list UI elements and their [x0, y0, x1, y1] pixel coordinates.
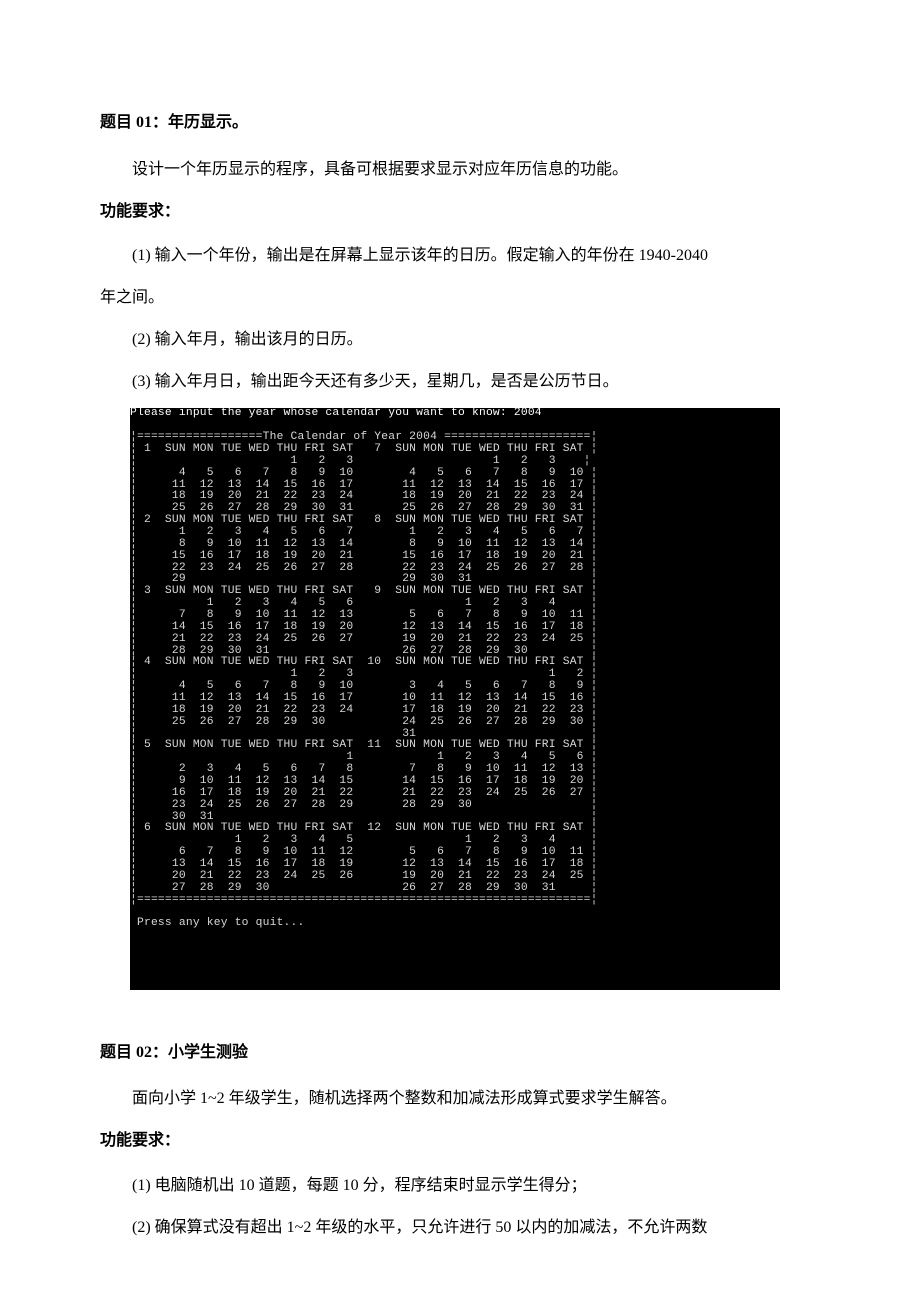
req-p2-1: (1) 电脑随机出 10 道题，每题 10 分，程序结束时显示学生得分；: [100, 1170, 820, 1202]
terminal-line: ¦ 1 2 3 4 5 6 7 1 2 3 4 5 6 7 ¦: [130, 526, 598, 538]
problem-02-title: 题目 02：小学生测验: [100, 1040, 820, 1066]
problem-01-intro: 设计一个年历显示的程序，具备可根据要求显示对应年历信息的功能。: [100, 154, 820, 186]
terminal-line: ¦ 2 3 4 5 6 7 8 7 8 9 10 11 12 13 ¦: [130, 763, 598, 775]
terminal-line: ¦ 1 1 2 3 4 5 6 ¦: [130, 751, 598, 763]
terminal-line: ¦ 8 9 10 11 12 13 14 8 9 10 11 12 13 14 …: [130, 538, 598, 550]
terminal-line: ¦ 31 ¦: [130, 728, 598, 740]
terminal-line: ¦ 4 SUN MON TUE WED THU FRI SAT 10 SUN M…: [130, 656, 598, 668]
terminal-line: ¦ 6 7 8 9 10 11 12 5 6 7 8 9 10 11 ¦: [130, 846, 598, 858]
terminal-line: ¦==================The Calendar of Year …: [130, 431, 598, 443]
terminal-line: ¦ 18 19 20 21 22 23 24 18 19 20 21 22 23…: [130, 490, 598, 502]
terminal-line-quit: Press any key to quit...: [130, 917, 304, 929]
req-p2-2: (2) 确保算式没有超出 1~2 年级的水平，只允许进行 50 以内的加减法，不…: [100, 1212, 820, 1244]
terminal-line-input: Please input the year whose calendar you…: [130, 407, 542, 419]
terminal-line: ¦ 3 SUN MON TUE WED THU FRI SAT 9 SUN MO…: [130, 585, 598, 597]
terminal-line: ¦ 20 21 22 23 24 25 26 19 20 21 22 23 24…: [130, 870, 598, 882]
terminal-line: [130, 419, 137, 431]
terminal-line: [130, 953, 137, 965]
problem-01-title: 题目 01：年历显示。: [100, 110, 820, 136]
req-2: (2) 输入年月，输出该月的日历。: [100, 324, 820, 356]
terminal-line: [130, 905, 137, 917]
terminal-line: [130, 941, 137, 953]
terminal-line: ¦ 21 22 23 24 25 26 27 19 20 21 22 23 24…: [130, 633, 598, 645]
terminal-line: [130, 977, 137, 989]
terminal-line: ¦ 27 28 29 30 26 27 28 29 30 31 ¦: [130, 882, 598, 894]
terminal-line: ¦ 30 31 ¦: [130, 811, 598, 823]
terminal-line: ¦ 1 SUN MON TUE WED THU FRI SAT 7 SUN MO…: [130, 443, 598, 455]
terminal-line: ¦=======================================…: [130, 894, 598, 906]
terminal-line: ¦ 16 17 18 19 20 21 22 21 22 23 24 25 26…: [130, 787, 598, 799]
req-1-line-a: (1) 输入一个年份，输出是在屏幕上显示该年的日历。假定输入的年份在 1940-…: [100, 240, 820, 272]
terminal-line: ¦ 22 23 24 25 26 27 28 22 23 24 25 26 27…: [130, 562, 598, 574]
terminal-line: ¦ 25 26 27 28 29 30 24 25 26 27 28 29 30…: [130, 716, 598, 728]
terminal-line: ¦ 28 29 30 31 26 27 28 29 30 ¦: [130, 645, 598, 657]
terminal-line: ¦ 7 8 9 10 11 12 13 5 6 7 8 9 10 11 ¦: [130, 609, 598, 621]
terminal-line: ¦ 9 10 11 12 13 14 15 14 15 16 17 18 19 …: [130, 775, 598, 787]
terminal-line: ¦ 14 15 16 17 18 19 20 12 13 14 15 16 17…: [130, 621, 598, 633]
terminal-line: ¦ 11 12 13 14 15 16 17 11 12 13 14 15 16…: [130, 479, 598, 491]
terminal-screenshot: Please input the year whose calendar you…: [130, 408, 820, 989]
req-3: (3) 输入年月日，输出距今天还有多少天，星期几，是否是公历节日。: [100, 366, 820, 398]
terminal-line: ¦ 1 2 3 4 5 6 1 2 3 4 ¦: [130, 597, 598, 609]
requirements-label-2: 功能要求：: [100, 1127, 820, 1156]
terminal-line: [130, 965, 137, 977]
terminal-line: ¦ 1 2 3 1 2 3 ¦: [130, 455, 591, 467]
terminal-line: ¦ 2 SUN MON TUE WED THU FRI SAT 8 SUN MO…: [130, 514, 598, 526]
terminal-line: ¦ 1 2 3 1 2 ¦: [130, 668, 598, 680]
terminal-line: ¦ 11 12 13 14 15 16 17 10 11 12 13 14 15…: [130, 692, 598, 704]
terminal-line: ¦ 23 24 25 26 27 28 29 28 29 30 ¦: [130, 799, 598, 811]
terminal-line: ¦ 25 26 27 28 29 30 31 25 26 27 28 29 30…: [130, 502, 598, 514]
req-1-line-b: 年之间。: [100, 282, 820, 314]
problem-02-intro: 面向小学 1~2 年级学生，随机选择两个整数和加减法形成算式要求学生解答。: [100, 1083, 820, 1115]
terminal-line: ¦ 4 5 6 7 8 9 10 3 4 5 6 7 8 9 ¦: [130, 680, 598, 692]
terminal-line: ¦ 4 5 6 7 8 9 10 4 5 6 7 8 9 10 ¦: [130, 467, 598, 479]
terminal-line: ¦ 18 19 20 21 22 23 24 17 18 19 20 21 22…: [130, 704, 598, 716]
terminal-line: ¦ 1 2 3 4 5 1 2 3 4 ¦: [130, 834, 598, 846]
terminal-line: [130, 929, 137, 941]
document-page: 题目 01：年历显示。 设计一个年历显示的程序，具备可根据要求显示对应年历信息的…: [0, 0, 920, 1314]
requirements-label-1: 功能要求：: [100, 198, 820, 227]
terminal-line: ¦ 15 16 17 18 19 20 21 15 16 17 18 19 20…: [130, 550, 598, 562]
terminal-line: ¦ 6 SUN MON TUE WED THU FRI SAT 12 SUN M…: [130, 822, 598, 834]
terminal-line: ¦ 29 29 30 31 ¦: [130, 573, 598, 585]
terminal-line: ¦ 13 14 15 16 17 18 19 12 13 14 15 16 17…: [130, 858, 598, 870]
terminal-line: ¦ 5 SUN MON TUE WED THU FRI SAT 11 SUN M…: [130, 739, 598, 751]
